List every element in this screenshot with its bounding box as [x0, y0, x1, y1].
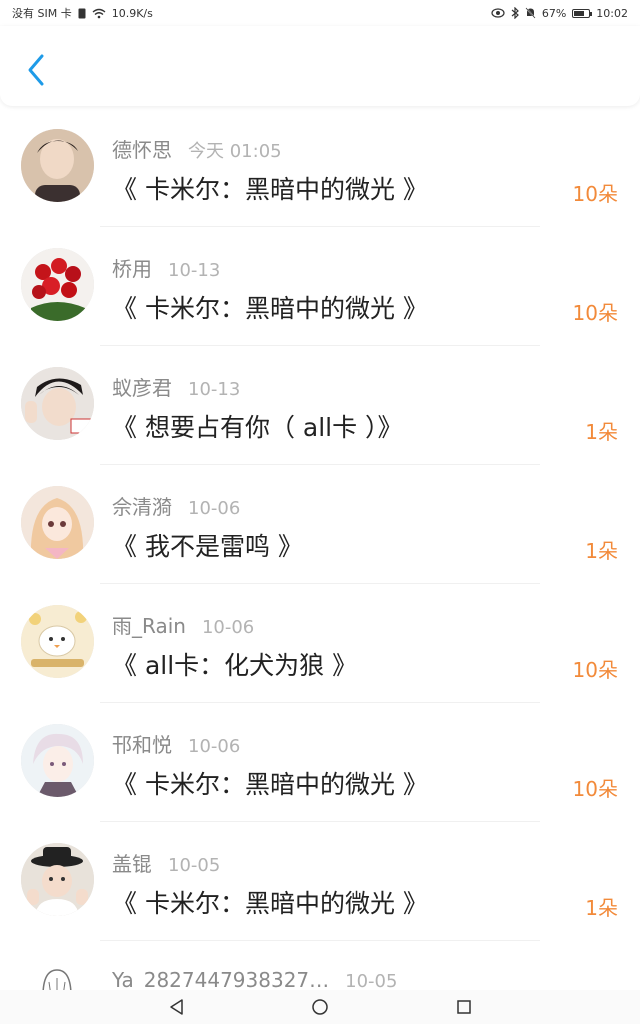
book-title[interactable]: 《 想要占有你（ all卡 ）》 [112, 408, 403, 444]
book-title[interactable]: 《 我不是雷鸣 》 [112, 527, 303, 563]
nav-back-button[interactable] [164, 995, 188, 1019]
timestamp: 10-06 [201, 617, 255, 638]
timestamp: 10-13 [188, 379, 241, 400]
avatar[interactable] [21, 129, 94, 202]
user-name: 盖锟 [112, 852, 152, 876]
flower-count: 10朵 [572, 658, 618, 682]
avatar[interactable] [21, 486, 94, 559]
user-name: 蚁彦君 [112, 376, 172, 400]
sim-icon [78, 8, 86, 19]
list-item[interactable]: 雨_Rain 10-06 《 all卡：化犬为狼 》 10朵 [0, 584, 640, 703]
flower-count: 1朵 [585, 896, 618, 920]
back-button[interactable] [18, 50, 54, 90]
timestamp: 10-05 [168, 855, 221, 876]
avatar[interactable] [21, 605, 94, 678]
triangle-back-icon [170, 999, 183, 1015]
battery-percent: 67% [541, 6, 567, 20]
book-title[interactable]: 《 卡米尔：黑暗中的微光 》 [112, 765, 428, 801]
nav-recents-button[interactable] [452, 995, 476, 1019]
flower-count: 1朵 [585, 539, 618, 563]
book-title[interactable]: 《 卡米尔：黑暗中的微光 》 [112, 884, 428, 920]
avatar[interactable] [21, 248, 94, 321]
user-name: 桥用 [112, 257, 152, 281]
list-item[interactable]: 蚁彦君 10-13 《 想要占有你（ all卡 ）》 1朵 [0, 346, 640, 465]
carrier-label: 没有 SIM 卡 [12, 7, 72, 20]
list-item[interactable]: 佘清漪 10-06 《 我不是雷鸣 》 1朵 [0, 465, 640, 584]
user-name: 雨_Rain [112, 614, 186, 638]
user-name: Ya [112, 968, 134, 992]
network-speed: 10.9K/s [111, 6, 153, 20]
square-recents-icon [457, 1000, 471, 1014]
timestamp: 10-06 [188, 736, 241, 757]
timestamp: 10-05 [345, 971, 398, 992]
status-bar: 没有 SIM 卡 10.9K/s 67% 10:02 [0, 0, 640, 26]
avatar[interactable] [21, 367, 94, 440]
bluetooth-icon [511, 7, 519, 19]
flower-count: 10朵 [572, 301, 618, 325]
nav-home-button[interactable] [308, 995, 332, 1019]
timestamp: 今天 01:05 [188, 141, 282, 162]
book-title[interactable]: 《 卡米尔：黑暗中的微光 》 [112, 170, 428, 206]
user-name: 佘清漪 [112, 495, 172, 519]
chevron-left-icon [28, 54, 44, 86]
avatar[interactable] [21, 724, 94, 797]
list-item[interactable]: 德怀思 今天 01:05 《 卡米尔：黑暗中的微光 》 10朵 [0, 108, 640, 227]
user-name: 德怀思 [112, 138, 172, 162]
flower-count: 10朵 [572, 182, 618, 206]
book-title[interactable]: 《 all卡：化犬为狼 》 [112, 646, 357, 682]
list-item[interactable]: 桥用 10-13 《 卡米尔：黑暗中的微光 》 10朵 [0, 227, 640, 346]
gift-record-list: 德怀思 今天 01:05 《 卡米尔：黑暗中的微光 》 10朵 桥用 10-13… [0, 108, 640, 941]
list-item[interactable]: 邗和悦 10-06 《 卡米尔：黑暗中的微光 》 10朵 [0, 703, 640, 822]
list-item[interactable]: 盖锟 10-05 《 卡米尔：黑暗中的微光 》 1朵 [0, 822, 640, 941]
circle-home-icon [312, 999, 328, 1015]
divider [100, 940, 540, 941]
app-header [0, 26, 640, 106]
user-id: 2827447938327… [143, 968, 330, 992]
book-title[interactable]: 《 卡米尔：黑暗中的微光 》 [112, 289, 428, 325]
user-name: 邗和悦 [112, 733, 172, 757]
battery-icon [572, 8, 593, 18]
wifi-icon [92, 8, 106, 19]
avatar[interactable] [21, 843, 94, 916]
eye-icon [491, 8, 505, 18]
flower-count: 10朵 [572, 777, 618, 801]
flower-count: 1朵 [585, 420, 618, 444]
timestamp: 10-06 [188, 498, 241, 519]
system-nav-bar [0, 990, 640, 1024]
timestamp: 10-13 [168, 260, 221, 281]
mute-bell-icon [525, 7, 536, 19]
clock: 10:02 [596, 6, 628, 20]
